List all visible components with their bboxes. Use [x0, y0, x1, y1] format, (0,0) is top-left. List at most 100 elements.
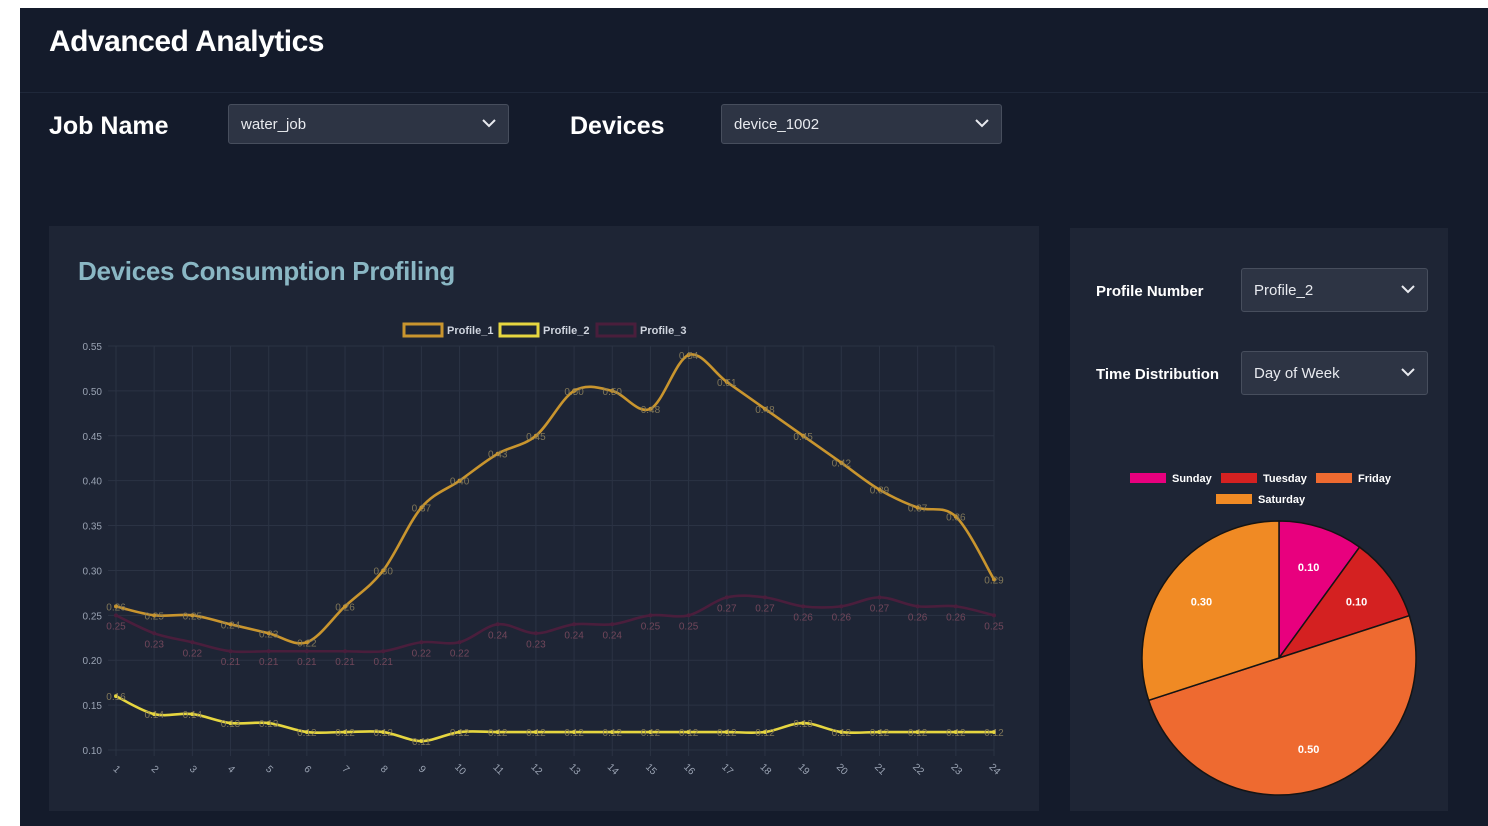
data-point [343, 649, 348, 654]
data-label: 0.22 [450, 648, 470, 659]
data-point [228, 649, 233, 654]
legend-label: Tuesday [1263, 473, 1308, 485]
legend-swatch [1216, 494, 1252, 504]
data-label: 0.30 [373, 566, 393, 577]
data-label: 0.50 [603, 387, 623, 398]
data-label: 0.27 [870, 603, 890, 614]
day-of-week-pie-chart: Sunday Tuesday Friday Saturday 0.10 0.10 0.50 0… [1130, 473, 1417, 796]
header-divider [20, 92, 1488, 93]
data-point [839, 604, 844, 609]
data-label: 0.45 [793, 432, 813, 443]
y-tick-label: 0.45 [83, 432, 103, 443]
series-line [115, 694, 994, 743]
x-tick-label: 7 [340, 764, 352, 776]
data-label: 0.12 [984, 728, 1004, 739]
x-tick-label: 17 [719, 762, 735, 778]
data-label: 0.12 [603, 728, 623, 739]
chevron-down-icon [482, 119, 496, 128]
data-label: 0.26 [793, 612, 813, 623]
legend-label: Sunday [1172, 473, 1213, 485]
data-point [915, 604, 920, 609]
x-tick-label: 3 [187, 764, 199, 776]
data-label: 0.37 [908, 504, 928, 515]
data-label: 0.24 [564, 630, 584, 641]
data-label: 0.12 [908, 728, 928, 739]
data-label: 0.29 [984, 575, 1004, 586]
data-point [266, 649, 271, 654]
x-tick-label: 5 [263, 764, 275, 776]
data-label: 0.23 [526, 639, 546, 650]
legend-swatch [1130, 473, 1166, 483]
legend-label: Saturday [1258, 494, 1306, 506]
data-label: 0.37 [412, 504, 432, 515]
job-name-label: Job Name [49, 112, 169, 140]
data-label: 0.25 [144, 611, 164, 622]
data-point [877, 595, 882, 600]
data-label: 0.26 [908, 612, 928, 623]
data-label: 0.21 [373, 657, 393, 668]
data-label: 0.48 [755, 405, 775, 416]
data-point [572, 622, 577, 627]
data-label: 0.13 [793, 719, 813, 730]
job-name-select[interactable]: water_job [228, 104, 509, 144]
data-label: 0.21 [221, 657, 241, 668]
x-tick-label: 13 [567, 762, 583, 778]
pie-value-label: 0.10 [1298, 562, 1319, 574]
x-tick-label: 21 [872, 762, 888, 778]
x-tick-label: 16 [681, 762, 697, 778]
data-label: 0.43 [488, 450, 508, 461]
legend-swatch [402, 322, 444, 338]
data-point [610, 622, 615, 627]
data-label: 0.42 [832, 459, 852, 470]
data-label: 0.21 [335, 657, 355, 668]
chevron-down-icon [975, 119, 989, 128]
data-label: 0.45 [526, 432, 546, 443]
data-label: 0.21 [259, 657, 279, 668]
data-label: 0.23 [259, 629, 279, 640]
data-label: 0.12 [373, 728, 393, 739]
data-label: 0.12 [335, 728, 355, 739]
x-tick-label: 1 [110, 764, 122, 776]
x-tick-label: 20 [834, 762, 850, 778]
data-label: 0.11 [412, 737, 431, 748]
profile-distribution-panel: Profile Number Profile_2 Time Distributi… [1070, 228, 1448, 811]
data-label: 0.12 [946, 728, 966, 739]
devices-select[interactable]: device_1002 [721, 104, 1002, 144]
legend-label: Profile_3 [640, 325, 686, 337]
x-tick-label: 12 [528, 762, 544, 778]
data-point [686, 613, 691, 618]
consumption-profiling-panel: Devices Consumption Profiling 0.10 0.15 0.… [49, 226, 1039, 811]
data-label: 0.54 [679, 351, 699, 362]
x-tick-label: 9 [416, 764, 428, 776]
x-tick-label: 24 [987, 762, 1003, 778]
data-label: 0.21 [297, 657, 317, 668]
data-label: 0.22 [412, 648, 432, 659]
data-point [801, 604, 806, 609]
x-tick-label: 23 [948, 762, 964, 778]
data-point [190, 640, 195, 645]
y-tick-label: 0.55 [83, 342, 103, 353]
data-point [533, 631, 538, 636]
x-tick-label: 2 [149, 764, 161, 776]
x-tick-label: 8 [378, 764, 390, 776]
y-tick-label: 0.25 [83, 611, 103, 622]
analytics-app: Advanced Analytics Job Name water_job De… [20, 8, 1488, 826]
job-name-value: water_job [241, 115, 307, 133]
data-label: 0.27 [717, 603, 737, 614]
data-label: 0.24 [488, 630, 508, 641]
pie-value-label: 0.50 [1298, 744, 1319, 756]
data-label: 0.12 [717, 728, 737, 739]
legend-swatch [595, 322, 637, 338]
x-tick-label: 6 [301, 764, 313, 776]
series-line [115, 594, 995, 654]
data-label: 0.48 [641, 405, 661, 416]
data-label: 0.26 [946, 612, 966, 623]
data-label: 0.25 [106, 621, 126, 632]
data-label: 0.13 [259, 719, 279, 730]
y-tick-label: 0.10 [83, 746, 103, 757]
data-label: 0.14 [183, 710, 203, 721]
data-label: 0.23 [144, 639, 164, 650]
x-tick-label: 19 [796, 762, 812, 778]
legend-swatch [1221, 473, 1257, 483]
legend-label: Profile_1 [447, 325, 493, 337]
